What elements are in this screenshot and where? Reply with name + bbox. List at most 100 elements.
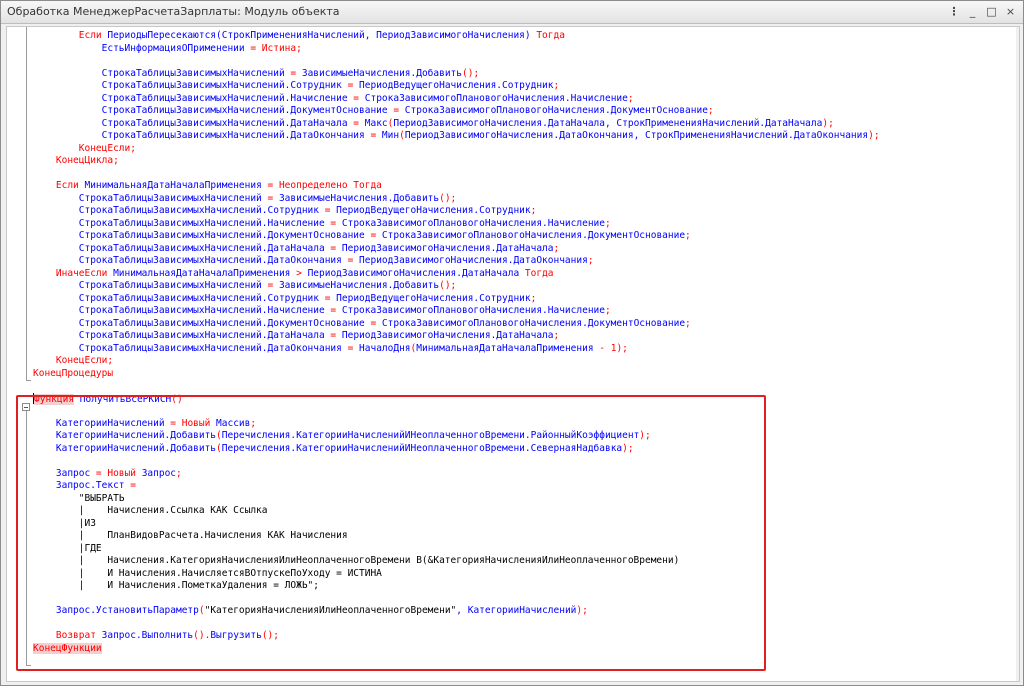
code-token: ПериодЗависимогоНачисления.ДатаОкончания… — [404, 130, 869, 141]
code-line[interactable]: | Начисления.Ссылка КАК Ссылка — [7, 505, 880, 518]
code-token: Если — [33, 180, 85, 191]
window-title: Обработка МенеджерРасчетаЗарплаты: Модул… — [7, 5, 340, 18]
code-token: |ИЗ — [33, 517, 96, 529]
code-token: МинимальнаяДатаНачалаПрименения — [113, 267, 297, 279]
code-line[interactable]: Если ПериодыПересекаются(СтрокПрименения… — [7, 30, 880, 43]
code-line[interactable]: |ГДЕ — [7, 543, 880, 556]
code-line[interactable] — [7, 380, 880, 393]
code-line[interactable]: КатегорииНачислений = Новый Массив; — [7, 418, 880, 431]
code-token: СтрокаТаблицыЗависимыхНачислений.ДатаОко… — [33, 255, 348, 266]
code-line[interactable]: |ИЗ — [7, 518, 880, 531]
code-token: Мин — [381, 130, 400, 141]
code-token: = — [267, 280, 279, 291]
code-token: Выгрузить — [210, 630, 262, 641]
code-line[interactable]: | И Начисления.ПометкаУдаления = ЛОЖЬ"; — [7, 580, 880, 593]
code-token: ИначеЕсли — [33, 267, 114, 279]
code-token: Массив — [216, 417, 251, 429]
code-line[interactable] — [7, 618, 880, 631]
code-line[interactable] — [7, 168, 880, 181]
code-line[interactable]: ЕстьИнформацияОПрименении = Истина; — [7, 43, 880, 56]
code-line[interactable]: СтрокаТаблицыЗависимыхНачислений.Сотрудн… — [7, 293, 880, 306]
code-line[interactable]: Функция ПолучитьВсеРКиСН() — [7, 392, 880, 406]
code-token: СтрокаЗависимогоПлановогоНачисления.Доку… — [381, 317, 686, 329]
code-line[interactable]: СтрокаТаблицыЗависимыхНачислений.Сотрудн… — [7, 80, 880, 93]
code-line[interactable]: СтрокаТаблицыЗависимыхНачислений = Завис… — [7, 193, 880, 206]
close-icon[interactable]: × — [1002, 3, 1019, 20]
maximize-icon[interactable]: □ — [983, 3, 1000, 20]
ellipsis-icon[interactable]: ⋮ — [945, 3, 962, 20]
code-token: ; — [707, 105, 714, 116]
code-line[interactable]: Возврат Запрос.Выполнить().Выгрузить(); — [7, 630, 880, 643]
code-line[interactable]: КатегорииНачислений.Добавить(Перечислени… — [7, 443, 880, 456]
code-line[interactable]: "ВЫБРАТЬ — [7, 493, 880, 506]
code-token: МинимальнаяДатаНачалаПрименения — [416, 342, 600, 354]
code-line[interactable]: СтрокаТаблицыЗависимыхНачислений = Завис… — [7, 68, 880, 81]
code-token: "КатегорияНачисленияИлиНеоплаченногоВрем… — [204, 605, 457, 616]
code-line[interactable]: | ПланВидовРасчета.Начисления КАК Начисл… — [7, 530, 880, 543]
code-token: ; — [604, 305, 611, 316]
code-line[interactable]: Если МинимальнаяДатаНачалаПрименения = Н… — [7, 180, 880, 193]
code-line[interactable]: СтрокаТаблицыЗависимыхНачислений.Начисле… — [7, 93, 880, 106]
code-token: = — [370, 317, 382, 329]
code-token: СтрокаЗависимогоПлановогоНачисления.Начи… — [341, 305, 605, 316]
fold-end-function — [26, 665, 31, 666]
code-token: ПериодВедущегоНачисления.Сотрудник — [336, 205, 531, 216]
code-token: | Начисления.Ссылка КАК Ссылка — [33, 505, 268, 516]
code-editor[interactable]: Если ПериодыПересекаются(СтрокПрименения… — [6, 26, 1020, 682]
code-token: = — [324, 205, 337, 216]
code-line[interactable]: СтрокаТаблицыЗависимыхНачислений.Докумен… — [7, 318, 880, 331]
code-token: КонецФункции — [33, 642, 102, 654]
code-line[interactable]: | Начисления.КатегорияНачисленияИлиНеопл… — [7, 555, 880, 568]
code-line[interactable]: КонецФункции — [7, 642, 880, 656]
code-token: ; — [553, 80, 560, 91]
code-line[interactable]: СтрокаТаблицыЗависимыхНачислений = Завис… — [7, 280, 880, 293]
code-line[interactable]: СтрокаТаблицыЗависимыхНачислений.ДатаОко… — [7, 255, 880, 268]
code-line[interactable]: СтрокаТаблицыЗависимыхНачислений.Начисле… — [7, 305, 880, 318]
code-token: КонецПроцедуры — [33, 367, 114, 379]
code-line[interactable]: КатегорииНачислений.Добавить(Перечислени… — [7, 430, 880, 443]
code-token: = — [347, 342, 360, 354]
code-line[interactable]: СтрокаТаблицыЗависимыхНачислений.Начисле… — [7, 218, 880, 231]
code-line[interactable]: СтрокаТаблицыЗависимыхНачислений.ДатаНач… — [7, 330, 880, 343]
code-line[interactable]: КонецЕсли; — [7, 143, 880, 156]
code-token: ; — [627, 92, 634, 104]
code-line[interactable] — [7, 405, 880, 418]
code-token: ПериодыПересекаются(СтрокПримененияНачис… — [107, 30, 537, 41]
code-token: СтрокаТаблицыЗависимыхНачислений.ДатаНач… — [33, 117, 354, 129]
code-token: СтрокаТаблицыЗависимыхНачислений.Сотрудн… — [33, 292, 325, 304]
code-token: НачалоДня — [359, 342, 411, 354]
code-line[interactable]: СтрокаТаблицыЗависимыхНачислений.ДатаОко… — [7, 343, 880, 356]
code-token: = — [330, 305, 342, 316]
code-line[interactable]: Запрос = Новый Запрос; — [7, 468, 880, 481]
module-window: Обработка МенеджерРасчетаЗарплаты: Модул… — [0, 0, 1024, 686]
code-line[interactable]: Запрос.Текст = — [7, 480, 880, 493]
code-line[interactable]: КонецЦикла; — [7, 155, 880, 168]
code-token: КатегорииНачислений — [33, 417, 171, 429]
code-token: Перечисления.КатегорииНачисленийИНеоплач… — [221, 430, 640, 441]
code-line[interactable]: СтрокаТаблицыЗависимыхНачислений.ДатаНач… — [7, 243, 880, 256]
code-line[interactable]: КонецПроцедуры — [7, 368, 880, 381]
code-line[interactable]: КонецЕсли; — [7, 355, 880, 368]
minimize-icon[interactable]: _ — [964, 3, 981, 20]
code-line[interactable]: СтрокаТаблицыЗависимыхНачислений.ДатаОко… — [7, 130, 880, 143]
code-line[interactable]: ИначеЕсли МинимальнаяДатаНачалаПрименени… — [7, 268, 880, 281]
code-line[interactable] — [7, 455, 880, 468]
code-token: ); — [822, 117, 834, 129]
code-line[interactable]: Запрос.УстановитьПараметр("КатегорияНачи… — [7, 605, 880, 618]
code-token: |ГДЕ — [33, 542, 102, 554]
code-token: ; — [250, 417, 257, 429]
vertical-scrollbar[interactable] — [1016, 27, 1019, 681]
title-bar[interactable]: Обработка МенеджерРасчетаЗарплаты: Модул… — [1, 1, 1023, 24]
code-token: ; — [587, 255, 594, 266]
code-line[interactable]: СтрокаТаблицыЗависимыхНачислений.Сотрудн… — [7, 205, 880, 218]
code-line[interactable] — [7, 593, 880, 606]
code-line[interactable]: | И Начисления.НачисляетсяВОтпускеПоУход… — [7, 568, 880, 581]
code-line[interactable]: СтрокаТаблицыЗависимыхНачислений.Докумен… — [7, 105, 880, 118]
code-line[interactable]: СтрокаТаблицыЗависимыхНачислений.Докумен… — [7, 230, 880, 243]
code-token: , КатегорииНачислений — [456, 605, 577, 616]
code-line[interactable] — [7, 55, 880, 68]
code-token: Макс — [364, 117, 388, 129]
code-token: (). — [193, 630, 211, 641]
code-line[interactable]: СтрокаТаблицыЗависимыхНачислений.ДатаНач… — [7, 118, 880, 131]
code-text[interactable]: Если ПериодыПересекаются(СтрокПрименения… — [7, 30, 880, 655]
